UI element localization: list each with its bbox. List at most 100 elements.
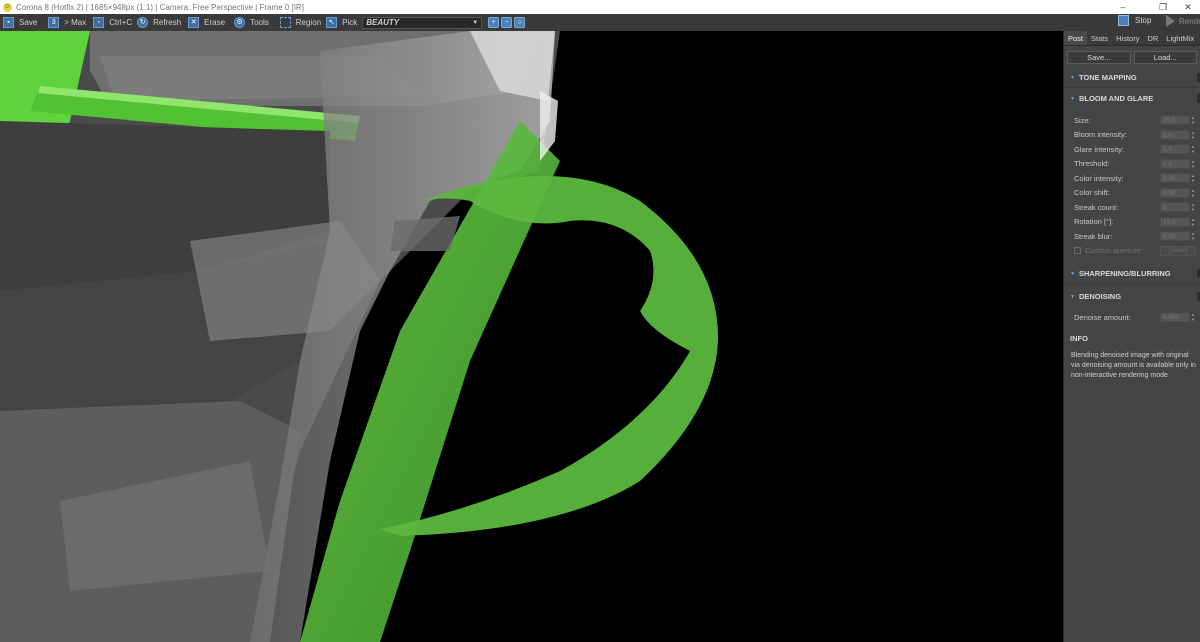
bloom-param-row: Streak count: 3 ▲ ▼: [1064, 200, 1200, 215]
title-bar: ☺ Corona 8 (Hotfix 2) | 1685×948px (1:1)…: [0, 0, 1200, 14]
section-denoising[interactable]: ▼ DENOISING: [1064, 290, 1200, 303]
erase-button[interactable]: ✕ Erase: [188, 15, 225, 30]
save-load-row: Save... Load...: [1064, 46, 1200, 67]
corona-logo-icon: ☺: [3, 2, 12, 12]
pick-icon: ↖: [326, 17, 338, 28]
param-label: Threshold:: [1074, 159, 1110, 169]
param-label: Glare intensity:: [1074, 144, 1125, 154]
spinner-icon[interactable]: ▲ ▼: [1191, 115, 1197, 125]
bloom-params: Size: 15.0 ▲ ▼ Bloom intensity: 1.0 ▲ ▼ Glare in…: [1064, 113, 1200, 244]
denoise-amount-row: Denoise amount: 0.650 ▲ ▼: [1064, 310, 1200, 325]
spinner-icon[interactable]: ▲ ▼: [1191, 159, 1197, 169]
bloom-param-row: Bloom intensity: 1.0 ▲ ▼: [1064, 128, 1200, 143]
param-value-input[interactable]: 3: [1160, 202, 1190, 213]
tab-stats[interactable]: Stats: [1087, 31, 1112, 45]
spinner-icon[interactable]: ▲ ▼: [1191, 231, 1197, 241]
send-to-max-button[interactable]: 3 > Max: [48, 15, 86, 30]
bloom-param-row: Rotation [°]: 15.0 ▲ ▼: [1064, 215, 1200, 230]
custom-aperture-row: Custom aperture [none]: [1064, 244, 1200, 259]
render-button[interactable]: Render: [1166, 15, 1200, 27]
param-value-input[interactable]: 0.20: [1160, 231, 1190, 242]
stop-button[interactable]: Stop: [1118, 15, 1151, 26]
bloom-param-row: Size: 15.0 ▲ ▼: [1064, 113, 1200, 128]
bloom-param-row: Streak blur: 0.20 ▲ ▼: [1064, 229, 1200, 244]
denoise-amount-input[interactable]: 0.650: [1160, 312, 1190, 323]
refresh-button[interactable]: ↻ Refresh: [137, 15, 181, 30]
zoom-fit-icon[interactable]: ○: [514, 17, 526, 28]
param-label: Streak blur:: [1074, 231, 1113, 241]
aperture-pick-button[interactable]: [none]: [1160, 245, 1196, 256]
param-label: Color shift:: [1074, 188, 1110, 198]
expand-arrow-icon: ▼: [1070, 293, 1075, 300]
bloom-param-row: Color shift: 0.50 ▲ ▼: [1064, 186, 1200, 201]
section-sharpening[interactable]: ▼ SHARPENING/BLURRING: [1064, 267, 1200, 280]
divider: [1064, 87, 1200, 88]
zoom-out-icon[interactable]: −: [501, 17, 513, 28]
vfb-toolbar: ▪ Save 3 > Max ▫ Ctrl+C ↻ Refresh ✕ Eras…: [0, 14, 1200, 32]
post-save-button[interactable]: Save...: [1067, 51, 1131, 64]
post-load-button[interactable]: Load...: [1133, 51, 1197, 64]
section-tone-mapping[interactable]: ▼ TONE MAPPING: [1064, 71, 1200, 84]
param-value-input[interactable]: 0.50: [1160, 187, 1190, 198]
region-button[interactable]: Region: [279, 15, 321, 30]
divider: [1064, 283, 1200, 284]
region-icon: [279, 17, 291, 28]
spinner-icon[interactable]: ▲ ▼: [1191, 130, 1197, 140]
play-icon: [1166, 15, 1175, 27]
minimize-button[interactable]: –: [1108, 0, 1138, 14]
param-value-input[interactable]: 1.0: [1160, 144, 1190, 155]
custom-aperture-checkbox[interactable]: [1074, 247, 1081, 255]
chevron-down-icon: ▼: [472, 19, 479, 26]
close-button[interactable]: ✕: [1176, 0, 1200, 14]
copy-button[interactable]: ▫ Ctrl+C: [93, 15, 132, 30]
tab-post[interactable]: Post: [1064, 31, 1088, 45]
render-viewport[interactable]: [0, 31, 1063, 642]
expand-arrow-icon: ▼: [1070, 270, 1075, 277]
render-pass-dropdown[interactable]: BEAUTY ▼: [362, 16, 483, 29]
rendered-image: [0, 31, 719, 642]
panel-tabs: Post Stats History DR LightMix: [1064, 31, 1200, 46]
tab-history[interactable]: History: [1112, 31, 1143, 45]
param-label: Rotation [°]:: [1074, 217, 1114, 227]
param-value-input[interactable]: 15.0: [1160, 216, 1190, 227]
corona-vfb-window: ☺ Corona 8 (Hotfix 2) | 1685×948px (1:1)…: [0, 0, 1200, 642]
bloom-param-row: Threshold: 1.0 ▲ ▼: [1064, 157, 1200, 172]
refresh-icon: ↻: [137, 17, 149, 28]
tab-lightmix[interactable]: LightMix: [1162, 31, 1198, 45]
param-value-input[interactable]: 0.30: [1160, 173, 1190, 184]
spinner-icon[interactable]: ▲ ▼: [1191, 188, 1197, 198]
param-value-input[interactable]: 1.0: [1160, 129, 1190, 140]
param-value-input[interactable]: 1.0: [1160, 158, 1190, 169]
spinner-icon[interactable]: ▲ ▼: [1191, 312, 1197, 322]
section-bloom-glare[interactable]: ▼ BLOOM AND GLARE: [1064, 92, 1200, 105]
tab-dr[interactable]: DR: [1143, 31, 1162, 45]
expand-arrow-icon: ▼: [1070, 74, 1075, 81]
info-text: Blending denoised image with original vi…: [1071, 351, 1196, 379]
param-label: Color intensity:: [1074, 173, 1124, 183]
erase-icon: ✕: [188, 17, 200, 28]
spinner-icon[interactable]: ▲ ▼: [1191, 144, 1197, 154]
copy-icon: ▫: [93, 17, 105, 28]
param-value-input[interactable]: 15.0: [1160, 115, 1190, 126]
pick-button[interactable]: ↖ Pick: [326, 15, 357, 30]
spinner-icon[interactable]: ▲ ▼: [1191, 173, 1197, 183]
gear-icon: ⚙: [234, 17, 246, 28]
save-button[interactable]: ▪ Save: [3, 15, 37, 30]
save-icon: ▪: [3, 17, 14, 28]
param-label: Bloom intensity:: [1074, 130, 1127, 140]
stop-icon: [1118, 15, 1129, 26]
post-panel: Post Stats History DR LightMix Save... L…: [1063, 31, 1200, 642]
zoom-in-icon[interactable]: +: [488, 17, 500, 28]
bloom-param-row: Glare intensity: 1.0 ▲ ▼: [1064, 142, 1200, 157]
param-label: Size:: [1074, 115, 1091, 125]
spinner-icon[interactable]: ▲ ▼: [1191, 202, 1197, 212]
bloom-param-row: Color intensity: 0.30 ▲ ▼: [1064, 171, 1200, 186]
param-label: Streak count:: [1074, 202, 1119, 212]
spinner-icon[interactable]: ▲ ▼: [1191, 217, 1197, 227]
max-icon: 3: [48, 17, 60, 28]
tools-button[interactable]: ⚙ Tools: [234, 15, 269, 30]
expand-arrow-icon: ▼: [1070, 95, 1075, 102]
maximize-button[interactable]: ❐: [1148, 0, 1178, 14]
window-title: Corona 8 (Hotfix 2) | 1685×948px (1:1) |…: [16, 2, 304, 12]
info-heading: INFO: [1070, 333, 1088, 343]
